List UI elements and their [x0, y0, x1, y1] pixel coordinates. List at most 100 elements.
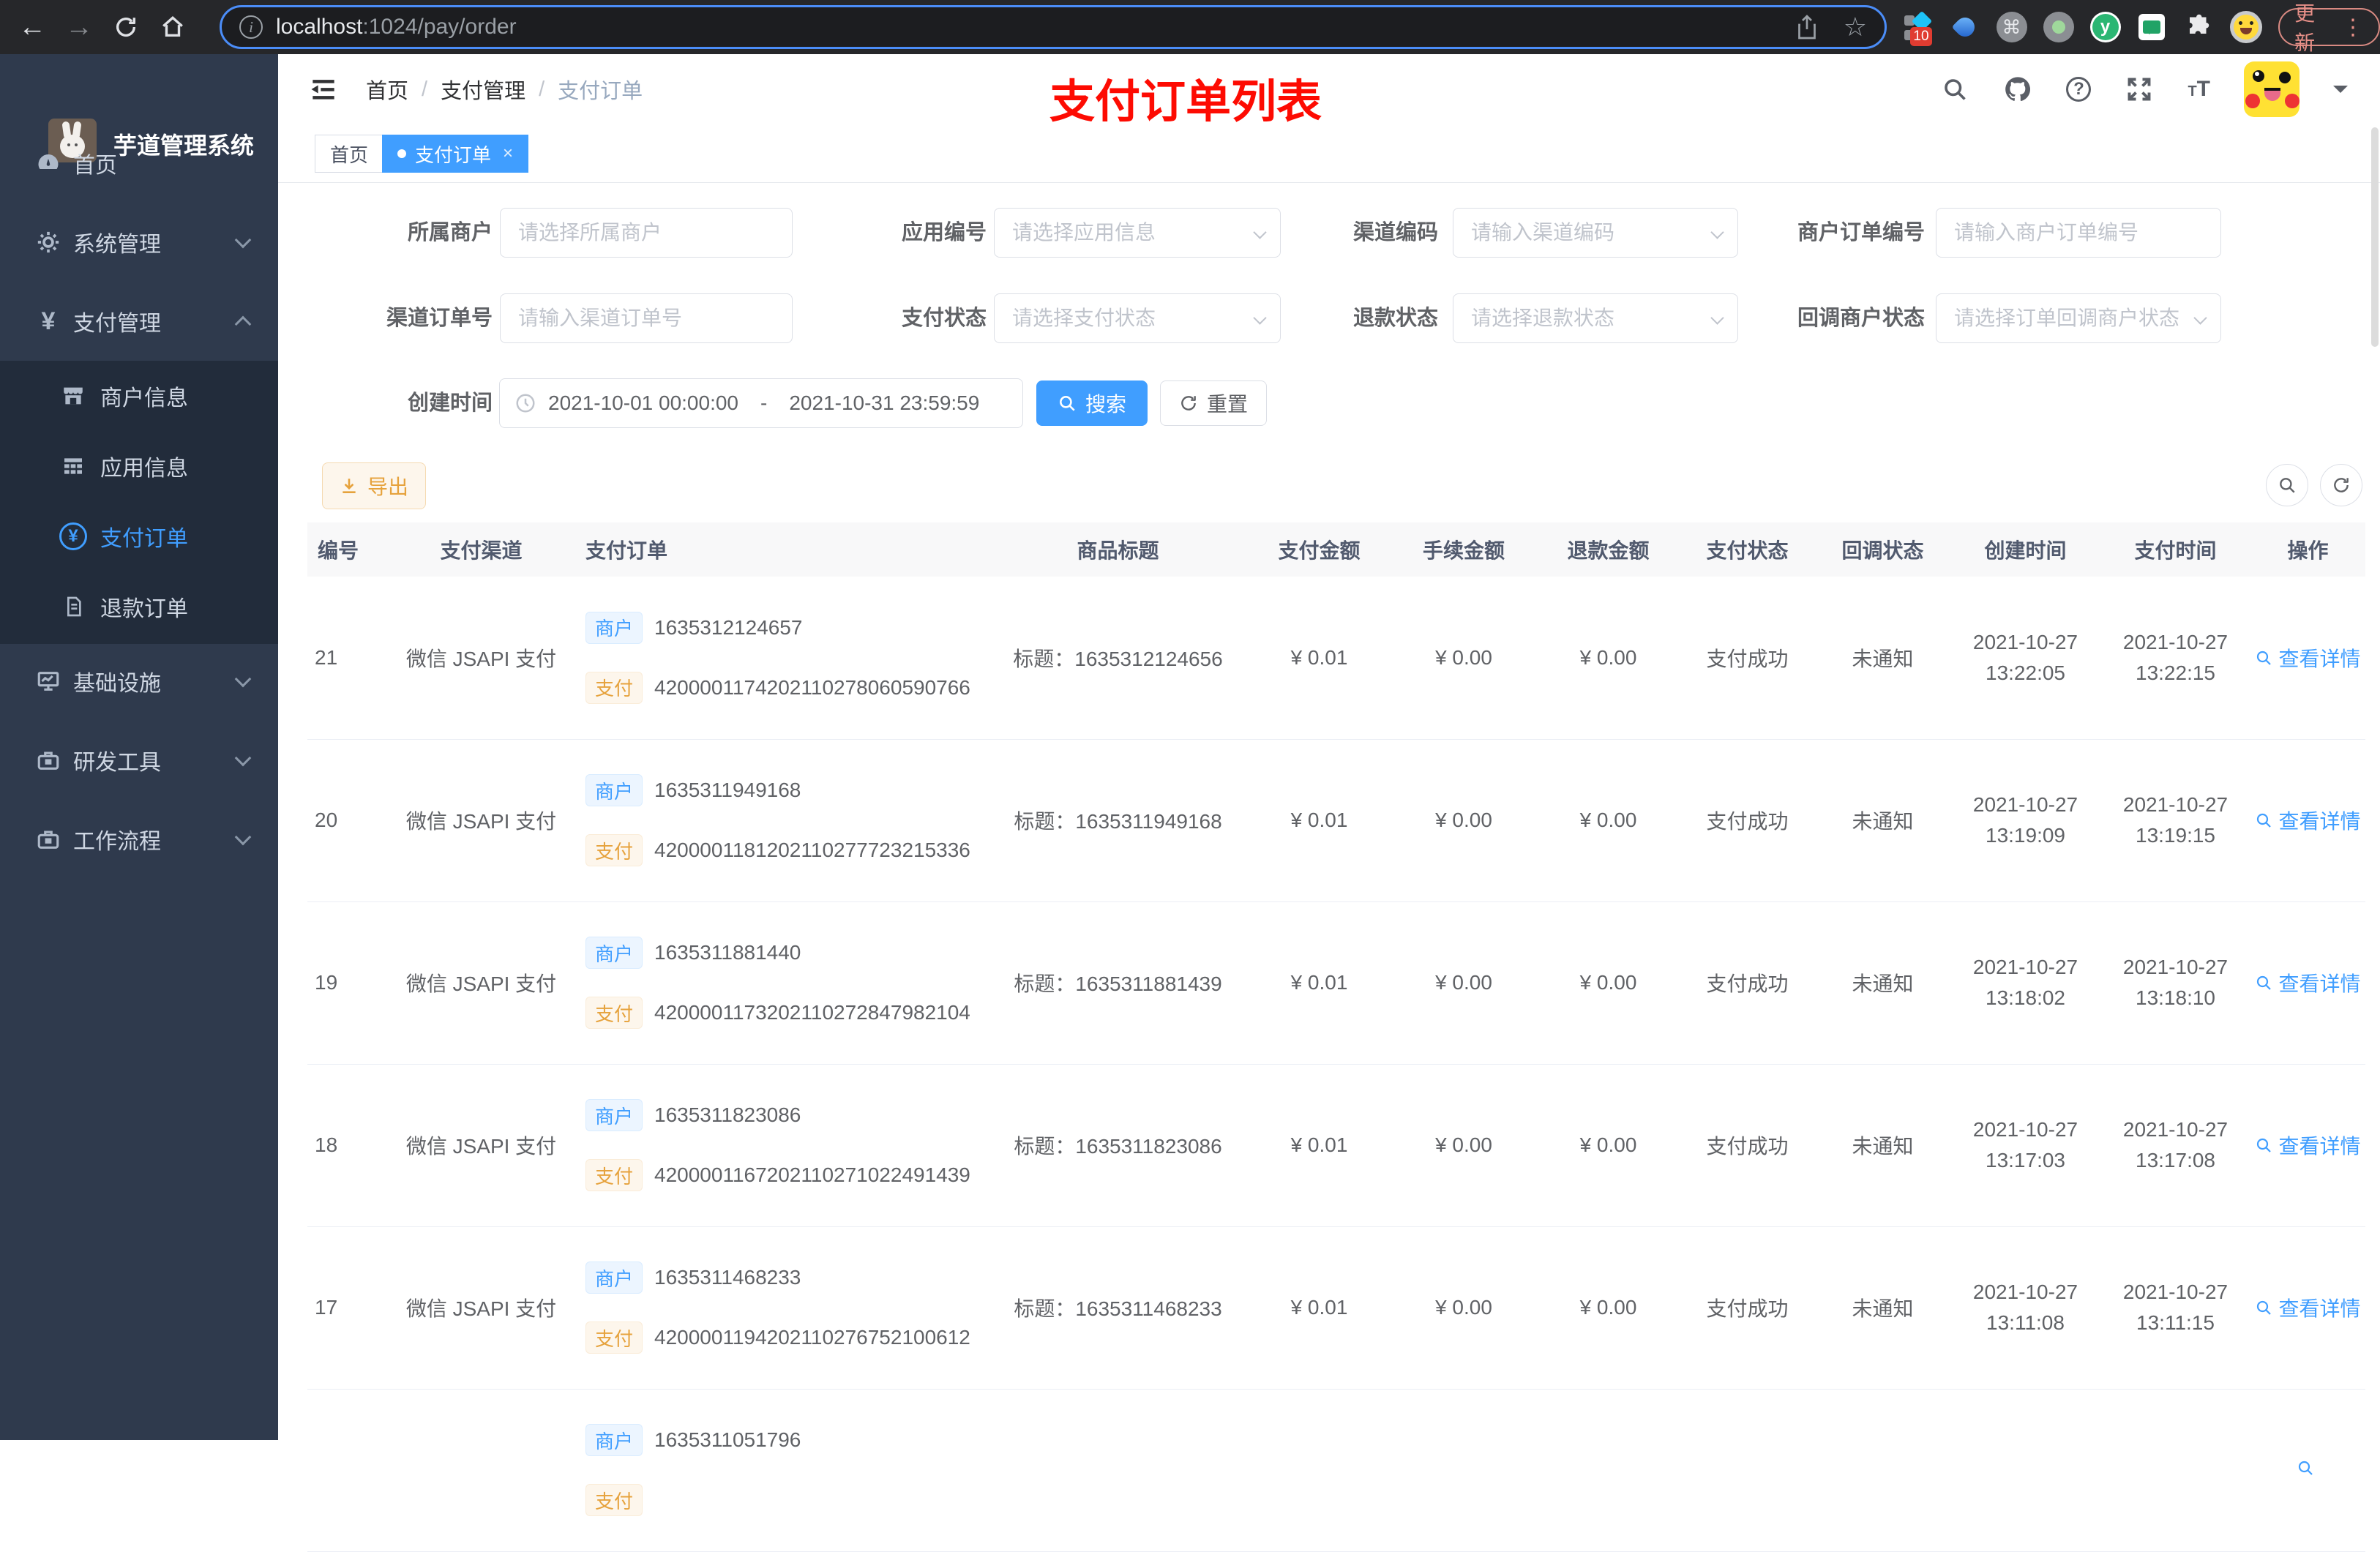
cell-id: 19: [307, 901, 377, 1065]
browser-forward-button[interactable]: →: [59, 7, 100, 48]
cell-title: 标题：1635311949168: [988, 739, 1248, 902]
view-detail-link[interactable]: 查看详情: [2255, 1131, 2361, 1160]
extension-y-icon[interactable]: y: [2089, 11, 2121, 43]
merchant-order-no: 1635311468233: [654, 1266, 801, 1289]
export-button[interactable]: 导出: [322, 462, 426, 509]
cell-pay-order: 商户 1635311881440 支付 42000011732021102728…: [585, 901, 988, 1065]
cell-fee: ¥ 0.00: [1391, 1064, 1537, 1227]
view-detail-link[interactable]: [2297, 1459, 2320, 1477]
merchant-order-no-input[interactable]: [1936, 208, 2221, 258]
sidebar-item-app-info[interactable]: 应用信息: [0, 431, 278, 501]
gear-icon: [34, 228, 63, 257]
clock-icon: [514, 392, 536, 414]
cell-notify-status: [1815, 1389, 1950, 1552]
tab-close-icon[interactable]: ×: [503, 143, 513, 164]
create-time-label: 创建时间: [407, 391, 493, 415]
search-button[interactable]: 搜索: [1036, 380, 1148, 426]
cell-title: 标题：1635311881439: [988, 901, 1248, 1065]
app-window: 芋道管理系统 首页 系统管理 ¥ 支付管理 商户信息 应用信息 ¥ 支付订单 退…: [0, 54, 2380, 1552]
cell-pay-status: 支付成功: [1680, 1226, 1815, 1390]
merchant-input[interactable]: [500, 208, 793, 258]
date-start: 2021-10-01 00:00:00: [548, 391, 738, 414]
view-detail-link[interactable]: 查看详情: [2255, 968, 2361, 997]
extension-command-icon[interactable]: ⌘: [1996, 11, 2027, 43]
col-fee: 手续金额: [1391, 522, 1537, 577]
refund-status-select[interactable]: [1453, 293, 1738, 343]
cell-actions: 查看详情: [2250, 577, 2365, 740]
browser-menu-dots-icon[interactable]: ⋮: [2342, 15, 2364, 40]
merchant-order-no-label: 商户订单编号: [1797, 221, 1925, 244]
github-icon[interactable]: [2003, 75, 2032, 104]
cell-fee: ¥ 0.00: [1391, 901, 1537, 1065]
sidebar-item-refund-order[interactable]: 退款订单: [0, 571, 278, 642]
cell-amount: ¥ 0.01: [1248, 739, 1391, 902]
scrollbar-thumb[interactable]: [2371, 127, 2379, 347]
extensions-puzzle-icon[interactable]: [2183, 11, 2214, 43]
refresh-button[interactable]: [2320, 464, 2362, 506]
sidebar-item-workflow[interactable]: 工作流程: [0, 800, 278, 879]
chevron-down-icon: [234, 231, 252, 249]
extension-sketch-icon[interactable]: 10: [1903, 10, 1934, 46]
cell-create-time: 2021-10-27 13:18:02: [1950, 901, 2100, 1065]
search-icon[interactable]: [1940, 75, 1969, 104]
site-info-icon[interactable]: i: [239, 15, 263, 39]
create-time-range-input[interactable]: 2021-10-01 00:00:00 - 2021-10-31 23:59:5…: [499, 378, 1023, 428]
browser-back-button[interactable]: ←: [12, 7, 53, 48]
breadcrumb: 首页 / 支付管理 / 支付订单: [366, 54, 643, 124]
cell-refund: [1537, 1389, 1680, 1552]
breadcrumb-home[interactable]: 首页: [366, 74, 408, 105]
chevron-down-icon: [234, 749, 252, 767]
table-header: 编号 支付渠道 支付订单 商品标题 支付金额 手续金额 退款金额 支付状态 回调…: [307, 522, 2365, 577]
channel-code-select[interactable]: [1453, 208, 1738, 258]
breadcrumb-payment[interactable]: 支付管理: [441, 74, 525, 105]
sidebar-item-system[interactable]: 系统管理: [0, 203, 278, 282]
channel-order-no-input[interactable]: [500, 293, 793, 343]
extension-kite-icon[interactable]: [1950, 11, 1980, 43]
app-no-select[interactable]: [994, 208, 1281, 258]
browser-update-button[interactable]: 更新 ⋮: [2278, 2, 2380, 54]
cell-amount: ¥ 0.01: [1248, 577, 1391, 740]
font-size-icon[interactable]: TT: [2188, 77, 2210, 102]
view-detail-link[interactable]: 查看详情: [2255, 1293, 2361, 1322]
fullscreen-icon[interactable]: [2125, 75, 2154, 104]
channel-order-no-label: 渠道订单号: [386, 307, 493, 330]
help-icon[interactable]: ?: [2066, 77, 2092, 102]
cell-channel: 微信 JSAPI 支付: [377, 1226, 585, 1390]
view-detail-link[interactable]: 查看详情: [2255, 806, 2361, 835]
tags-view-bar: 首页 支付订单 ×: [278, 124, 2380, 183]
extension-grey-dot-icon[interactable]: [2043, 11, 2074, 43]
avatar-caret-icon[interactable]: [2333, 86, 2348, 100]
tab-pay-order[interactable]: 支付订单 ×: [382, 135, 529, 173]
tab-home[interactable]: 首页: [315, 135, 384, 173]
cell-title: 标题：1635311823086: [988, 1064, 1248, 1227]
pay-status-select[interactable]: [994, 293, 1281, 343]
sidebar-fold-icon[interactable]: [307, 73, 340, 105]
cell-pay-time: 2021-10-27 13:11:15: [2100, 1226, 2250, 1390]
reset-button[interactable]: 重置: [1160, 380, 1267, 426]
sidebar-item-merchant-info[interactable]: 商户信息: [0, 361, 278, 431]
browser-reload-icon[interactable]: [105, 7, 146, 48]
extension-emoji-icon[interactable]: [2230, 11, 2263, 43]
toggle-search-button[interactable]: [2266, 464, 2308, 506]
cell-pay-order: 商户 1635311949168 支付 42000011812021102777…: [585, 739, 988, 902]
bookmark-star-icon[interactable]: ☆: [1844, 12, 1867, 42]
pay-tag: 支付: [585, 1159, 643, 1191]
cell-id: 20: [307, 739, 377, 902]
callback-status-label: 回调商户状态: [1797, 307, 1925, 330]
extension-chat-icon[interactable]: [2137, 11, 2168, 43]
sidebar-item-dev-tools[interactable]: 研发工具: [0, 721, 278, 800]
sidebar-item-infrastructure[interactable]: 基础设施: [0, 642, 278, 721]
callback-status-select[interactable]: [1936, 293, 2221, 343]
address-bar[interactable]: i localhost:1024/pay/order ☆: [220, 5, 1887, 49]
yen-circle-icon: ¥: [59, 522, 88, 551]
view-detail-link[interactable]: 查看详情: [2255, 643, 2361, 672]
sidebar-item-pay-order[interactable]: ¥ 支付订单: [0, 501, 278, 571]
cell-refund: ¥ 0.00: [1537, 1064, 1680, 1227]
browser-home-icon[interactable]: [152, 7, 193, 48]
share-icon[interactable]: [1795, 14, 1819, 40]
cell-pay-time: 2021-10-27 13:17:08: [2100, 1064, 2250, 1227]
sidebar-item-payment[interactable]: ¥ 支付管理: [0, 282, 278, 361]
sidebar-item-home[interactable]: 首页: [0, 124, 278, 203]
user-avatar[interactable]: [2244, 61, 2299, 117]
cell-notify-status: 未通知: [1815, 901, 1950, 1065]
